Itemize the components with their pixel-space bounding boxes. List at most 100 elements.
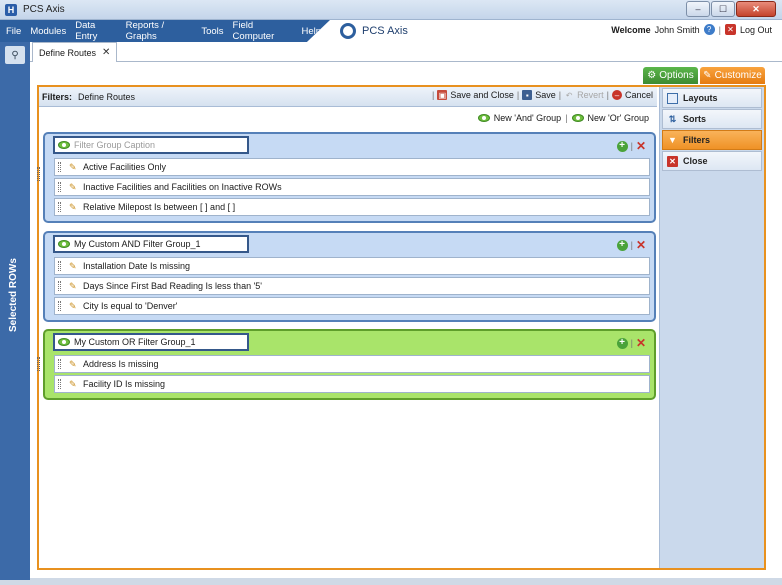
tab-customize-label: Customize	[714, 70, 762, 81]
logout-link[interactable]: Log Out	[740, 25, 772, 35]
nav-sorts[interactable]: ⇅ Sorts	[662, 109, 762, 129]
nav-layouts-label: Layouts	[683, 93, 718, 103]
menu-help[interactable]: Help	[301, 26, 321, 37]
filter-row-text: Facility ID Is missing	[83, 379, 166, 389]
filter-set-name: Define Routes	[78, 91, 136, 102]
left-rail: ⚲ Selected ROWs	[0, 42, 30, 580]
selected-rows-panel-label[interactable]: Selected ROWs	[8, 258, 19, 332]
separator: |	[630, 240, 633, 250]
add-filter-icon[interactable]: +	[616, 239, 628, 251]
pencil-icon[interactable]: ✎	[69, 182, 78, 192]
menu-file[interactable]: File	[6, 26, 21, 37]
group-caption-field[interactable]: My Custom OR Filter Group_1	[53, 333, 249, 351]
panel-tabs: ⚙ Options ✎ Customize	[643, 67, 765, 84]
add-filter-icon[interactable]: +	[616, 337, 628, 349]
pencil-icon[interactable]: ✎	[69, 379, 78, 389]
filter-row-text: Address Is missing	[83, 359, 159, 369]
filter-row-text: Days Since First Bad Reading Is less tha…	[83, 281, 263, 291]
tab-options-label: Options	[659, 70, 694, 81]
user-name: John Smith	[654, 24, 700, 35]
pencil-icon[interactable]: ✎	[69, 202, 78, 212]
revert-button[interactable]: Revert	[577, 90, 604, 100]
filter-group-icon	[58, 141, 70, 149]
drag-handle[interactable]	[58, 301, 61, 311]
separator: |	[558, 90, 562, 100]
filter-row[interactable]: ✎ Relative Milepost Is between [ ] and [ …	[54, 198, 650, 216]
separator: |	[718, 24, 721, 35]
delete-group-icon[interactable]: ✕	[636, 337, 646, 349]
filter-group-1: Filter Group Caption + | ✕ ✎ Active Facil…	[37, 132, 656, 223]
filter-row[interactable]: ✎ Inactive Facilities and Facilities on I…	[54, 178, 650, 196]
brand-name: PCS Axis	[362, 25, 408, 37]
drag-handle[interactable]	[58, 162, 61, 172]
help-icon[interactable]: ?	[703, 24, 715, 35]
drag-handle[interactable]	[58, 379, 61, 389]
pencil-icon[interactable]: ✎	[69, 261, 78, 271]
group-caption-field[interactable]: Filter Group Caption	[53, 136, 249, 154]
filter-row[interactable]: ✎ Active Facilities Only	[54, 158, 650, 176]
pencil-icon[interactable]: ✎	[69, 301, 78, 311]
menu-reports-graphs[interactable]: Reports / Graphs	[126, 20, 193, 42]
filter-group-2: My Custom AND Filter Group_1 + | ✕ ✎ Inst…	[43, 231, 656, 322]
save-and-close-button[interactable]: Save and Close	[450, 90, 514, 100]
group-caption-input[interactable]: Filter Group Caption	[74, 140, 155, 150]
filter-row[interactable]: ✎ Facility ID Is missing	[54, 375, 650, 393]
group-drag-handle[interactable]	[37, 167, 40, 181]
group-caption-input[interactable]: My Custom AND Filter Group_1	[74, 239, 201, 249]
brand: PCS Axis	[340, 23, 408, 39]
grid-icon	[667, 92, 678, 104]
drag-handle[interactable]	[58, 261, 61, 271]
filter-row-text: Inactive Facilities and Facilities on In…	[83, 182, 282, 192]
filter-group-icon	[477, 114, 490, 122]
menu-strip: File Modules Data Entry Reports / Graphs…	[0, 20, 330, 42]
drag-handle[interactable]	[58, 359, 61, 369]
menu-tools[interactable]: Tools	[201, 26, 223, 37]
pencil-icon[interactable]: ✎	[69, 281, 78, 291]
drag-handle[interactable]	[58, 182, 61, 192]
save-button[interactable]: Save	[535, 90, 556, 100]
separator: |	[516, 90, 520, 100]
new-and-group-button[interactable]: New 'And' Group	[494, 113, 561, 123]
group-actions: + | ✕	[616, 140, 646, 152]
filter-row[interactable]: ✎ City Is equal to 'Denver'	[54, 297, 650, 315]
gear-icon: ⚙	[647, 70, 657, 81]
tab-define-routes[interactable]: Define Routes ✕	[32, 42, 118, 62]
drag-handle[interactable]	[58, 281, 61, 291]
group-caption-input[interactable]: My Custom OR Filter Group_1	[74, 337, 196, 347]
wrench-icon: ✎	[703, 70, 712, 81]
delete-group-icon[interactable]: ✕	[636, 140, 646, 152]
drag-handle[interactable]	[58, 202, 61, 212]
minimize-button[interactable]: ‒	[686, 1, 710, 17]
menu-field-computer[interactable]: Field Computer	[233, 20, 293, 42]
search-icon[interactable]: ⚲	[5, 46, 25, 64]
new-group-actions: New 'And' Group | New 'Or' Group	[477, 113, 649, 123]
tab-options[interactable]: ⚙ Options	[643, 67, 698, 84]
pencil-icon[interactable]: ✎	[69, 162, 78, 172]
nav-layouts[interactable]: Layouts	[662, 88, 762, 108]
delete-group-icon[interactable]: ✕	[636, 239, 646, 251]
group-caption-field[interactable]: My Custom AND Filter Group_1	[53, 235, 249, 253]
filter-row[interactable]: ✎ Days Since First Bad Reading Is less th…	[54, 277, 650, 295]
filter-group-icon	[58, 240, 70, 248]
logout-icon[interactable]: ✕	[724, 24, 736, 35]
group-drag-handle[interactable]	[37, 357, 40, 371]
nav-close[interactable]: ✕ Close	[662, 151, 762, 171]
close-window-button[interactable]: ✕	[736, 1, 776, 17]
new-or-group-button[interactable]: New 'Or' Group	[588, 113, 649, 123]
window-controls: ‒ ☐ ✕	[686, 1, 776, 17]
nav-filters[interactable]: ▼ Filters	[662, 130, 762, 150]
add-filter-icon[interactable]: +	[616, 140, 628, 152]
tab-customize[interactable]: ✎ Customize	[700, 67, 765, 84]
welcome-label: Welcome	[611, 24, 651, 35]
menu-modules[interactable]: Modules	[30, 26, 66, 37]
maximize-button[interactable]: ☐	[711, 1, 735, 17]
filter-row[interactable]: ✎ Installation Date Is missing	[54, 257, 650, 275]
pcs-axis-logo-icon	[340, 23, 356, 39]
cancel-button[interactable]: Cancel	[625, 90, 653, 100]
group-actions: + | ✕	[616, 337, 646, 349]
close-tab-icon[interactable]: ✕	[102, 47, 110, 58]
menu-data-entry[interactable]: Data Entry	[75, 20, 116, 42]
pencil-icon[interactable]: ✎	[69, 359, 78, 369]
filter-group-icon	[571, 114, 584, 122]
filter-row[interactable]: ✎ Address Is missing	[54, 355, 650, 373]
